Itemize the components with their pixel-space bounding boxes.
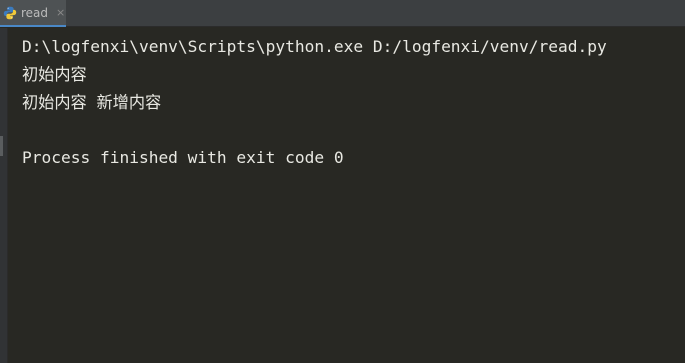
console-output: D:\logfenxi\venv\Scripts\python.exe D:/l… bbox=[22, 33, 685, 353]
close-icon[interactable]: × bbox=[56, 6, 65, 20]
console-line-output: 初始内容 bbox=[22, 65, 87, 84]
run-console-window: read × D:\logfenxi\venv\Scripts\python.e… bbox=[0, 0, 685, 363]
console-gutter bbox=[0, 28, 8, 363]
tab-bar: read × bbox=[0, 0, 685, 27]
console-line-exit-status: Process finished with exit code 0 bbox=[22, 148, 344, 167]
console-line-output: 初始内容 新增内容 bbox=[22, 93, 162, 112]
python-icon bbox=[3, 6, 17, 20]
console-line-command: D:\logfenxi\venv\Scripts\python.exe D:/l… bbox=[22, 37, 607, 56]
tab-read[interactable]: read × bbox=[0, 0, 66, 27]
tab-label: read bbox=[21, 5, 49, 20]
gutter-marker bbox=[0, 136, 3, 156]
